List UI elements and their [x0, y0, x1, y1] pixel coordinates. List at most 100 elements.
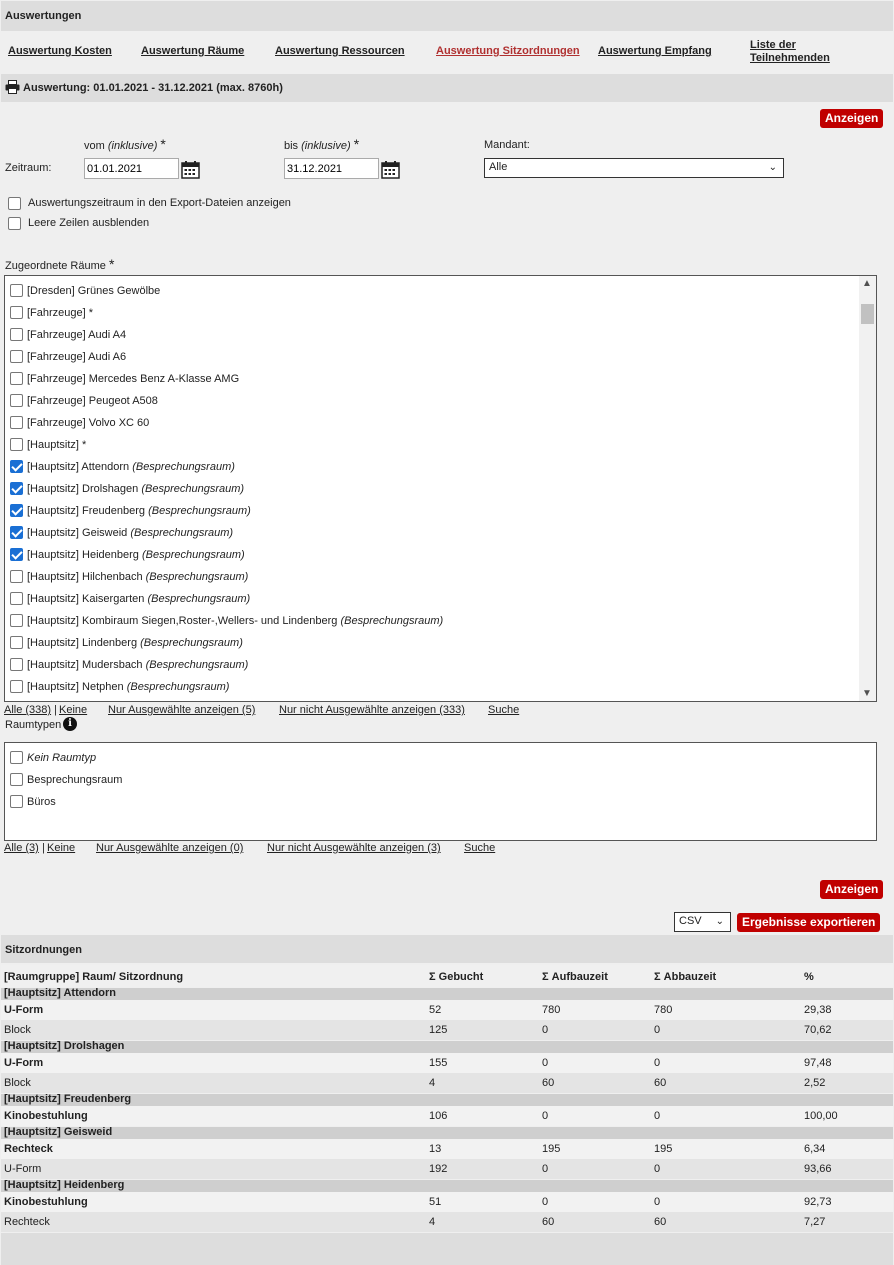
export-results-button[interactable]: Ergebnisse exportieren — [737, 913, 881, 932]
cell-abbauzeit: 60 — [654, 1216, 667, 1228]
room-name: [Hauptsitz] Mudersbach — [27, 659, 143, 671]
to-date-input[interactable] — [284, 158, 379, 179]
cell-percent: 7,27 — [804, 1216, 826, 1228]
from-date-input[interactable] — [84, 158, 179, 179]
export-range-checkbox[interactable] — [8, 197, 21, 210]
room-type: (Besprechungsraum) — [145, 659, 249, 671]
room-checkbox[interactable] — [10, 614, 23, 627]
room-checkbox[interactable] — [10, 328, 23, 341]
room-checkbox[interactable] — [10, 680, 23, 693]
rooms-search-link[interactable]: Suche — [488, 704, 519, 716]
nav-auswertung-kosten[interactable]: Auswertung Kosten — [8, 45, 112, 57]
room-label: [Hauptsitz] Lindenberg (Besprechungsraum… — [27, 637, 243, 649]
room-checkbox[interactable] — [10, 636, 23, 649]
rooms-show-selected-link[interactable]: Nur Ausgewählte anzeigen (5) — [108, 704, 255, 716]
seating-name: U-Form — [4, 1004, 44, 1016]
room-checkbox[interactable] — [10, 548, 23, 561]
nav-auswertung-raeume[interactable]: Auswertung Räume — [141, 45, 244, 57]
rooms-show-unselected-link[interactable]: Nur nicht Ausgewählte anzeigen (333) — [279, 704, 465, 716]
results-group-row: [Hauptsitz] Attendorn — [1, 987, 893, 1000]
mandant-select[interactable]: Alle ⌄ — [484, 158, 784, 178]
calendar-icon[interactable] — [181, 160, 200, 179]
room-checkbox[interactable] — [10, 460, 23, 473]
seating-name: Kinobestuhlung — [4, 1196, 88, 1208]
export-format-select[interactable]: CSV ⌄ — [674, 912, 731, 932]
results-group-row: [Hauptsitz] Geisweid — [1, 1126, 893, 1139]
nav-auswertung-empfang[interactable]: Auswertung Empfang — [598, 45, 712, 57]
cell-abbauzeit: 780 — [654, 1004, 673, 1016]
scroll-thumb[interactable] — [861, 304, 874, 324]
room-checkbox[interactable] — [10, 526, 23, 539]
room-checkbox[interactable] — [10, 306, 23, 319]
roomtype-checkbox[interactable] — [10, 795, 23, 808]
group-name: [Hauptsitz] Geisweid — [4, 1126, 113, 1138]
to-label-text: bis — [284, 140, 299, 152]
roomtype-checkbox[interactable] — [10, 751, 23, 764]
scroll-down-icon[interactable]: ▼ — [862, 688, 872, 699]
results-group-row: [Hauptsitz] Freudenberg — [1, 1093, 893, 1106]
room-checkbox[interactable] — [10, 592, 23, 605]
room-type: (Besprechungsraum) — [147, 593, 251, 605]
room-checkbox[interactable] — [10, 372, 23, 385]
roomtypes-listbox[interactable]: Kein Raumtyp Besprechungsraum Büros — [4, 742, 877, 841]
roomtypes-show-unselected-link[interactable]: Nur nicht Ausgewählte anzeigen (3) — [267, 842, 441, 854]
calendar-icon[interactable] — [381, 160, 400, 179]
scroll-up-icon[interactable]: ▲ — [862, 278, 872, 289]
rooms-select-all-link[interactable]: Alle (338) — [4, 704, 51, 716]
cell-abbauzeit: 60 — [654, 1077, 667, 1089]
rooms-scrollbar[interactable]: ▲ ▼ — [859, 276, 876, 701]
from-label-text: vom — [84, 140, 105, 152]
evaluation-range-title: Auswertung: 01.01.2021 - 31.12.2021 (max… — [23, 82, 283, 94]
col-header-room: [Raumgruppe] Raum/ Sitzordnung — [4, 971, 184, 983]
seating-name: Block — [4, 1077, 31, 1089]
room-name: [Hauptsitz] Heidenberg — [27, 549, 139, 561]
room-checkbox[interactable] — [10, 416, 23, 429]
zeitraum-label: Zeitraum: — [5, 162, 52, 174]
printer-icon[interactable] — [5, 80, 20, 94]
show-button-bottom[interactable]: Anzeigen — [820, 880, 884, 899]
roomtype-checkbox[interactable] — [10, 773, 23, 786]
nav-teilnehmerliste-line1: Liste der — [750, 39, 796, 51]
cell-percent: 2,52 — [804, 1077, 826, 1089]
cell-aufbauzeit: 60 — [542, 1077, 555, 1089]
room-checkbox[interactable] — [10, 482, 23, 495]
room-checkbox[interactable] — [10, 570, 23, 583]
roomtypes-link-separator: | — [42, 842, 45, 854]
cell-percent: 92,73 — [804, 1196, 832, 1208]
roomtypes-filter-links: Alle (3) | Keine Nur Ausgewählte anzeige… — [4, 842, 604, 856]
col-header-abbauzeit: Σ Abbauzeit — [654, 971, 717, 983]
seating-name: Rechteck — [4, 1216, 50, 1228]
nav-teilnehmerliste[interactable]: Liste der Teilnehmenden — [750, 39, 830, 65]
nav-auswertung-sitzordnungen[interactable]: Auswertung Sitzordnungen — [436, 45, 580, 57]
room-name: [Hauptsitz] Lindenberg — [27, 637, 138, 649]
room-checkbox[interactable] — [10, 504, 23, 517]
rooms-select-none-link[interactable]: Keine — [59, 704, 87, 716]
rooms-filter-links: Alle (338) | Keine Nur Ausgewählte anzei… — [4, 704, 604, 718]
room-checkbox[interactable] — [10, 438, 23, 451]
roomtypes-search-link[interactable]: Suche — [464, 842, 495, 854]
cell-gebucht: 125 — [429, 1024, 448, 1036]
table-row: Block 4 60 60 2,52 — [1, 1073, 893, 1093]
info-icon[interactable]: i — [63, 717, 77, 731]
report-nav: Auswertung Kosten Auswertung Räume Auswe… — [1, 32, 893, 72]
group-name: [Hauptsitz] Heidenberg — [4, 1179, 125, 1191]
roomtype-label: Kein Raumtyp — [27, 752, 97, 764]
from-label: vom (inklusive) * — [84, 136, 166, 152]
results-table-header: [Raumgruppe] Raum/ Sitzordnung Σ Gebucht… — [1, 965, 893, 987]
hide-empty-rows-checkbox[interactable] — [8, 217, 21, 230]
show-button-top[interactable]: Anzeigen — [820, 109, 884, 128]
room-label: [Fahrzeuge] Audi A6 — [27, 351, 126, 363]
nav-auswertung-ressourcen[interactable]: Auswertung Ressourcen — [275, 45, 405, 57]
room-checkbox[interactable] — [10, 658, 23, 671]
rooms-listbox[interactable]: [Dresden] Grünes Gewölbe [Fahrzeuge] * [Fa… — [4, 275, 877, 702]
seating-name: U-Form — [4, 1057, 44, 1069]
table-row: Rechteck 4 60 60 7,27 — [1, 1212, 893, 1232]
roomtypes-select-all-link[interactable]: Alle (3) — [4, 842, 39, 854]
room-checkbox[interactable] — [10, 350, 23, 363]
cell-gebucht: 106 — [429, 1110, 448, 1122]
room-checkbox[interactable] — [10, 394, 23, 407]
room-checkbox[interactable] — [10, 284, 23, 297]
roomtypes-select-none-link[interactable]: Keine — [47, 842, 75, 854]
roomtypes-show-selected-link[interactable]: Nur Ausgewählte anzeigen (0) — [96, 842, 243, 854]
room-type: (Besprechungsraum) — [148, 505, 251, 517]
